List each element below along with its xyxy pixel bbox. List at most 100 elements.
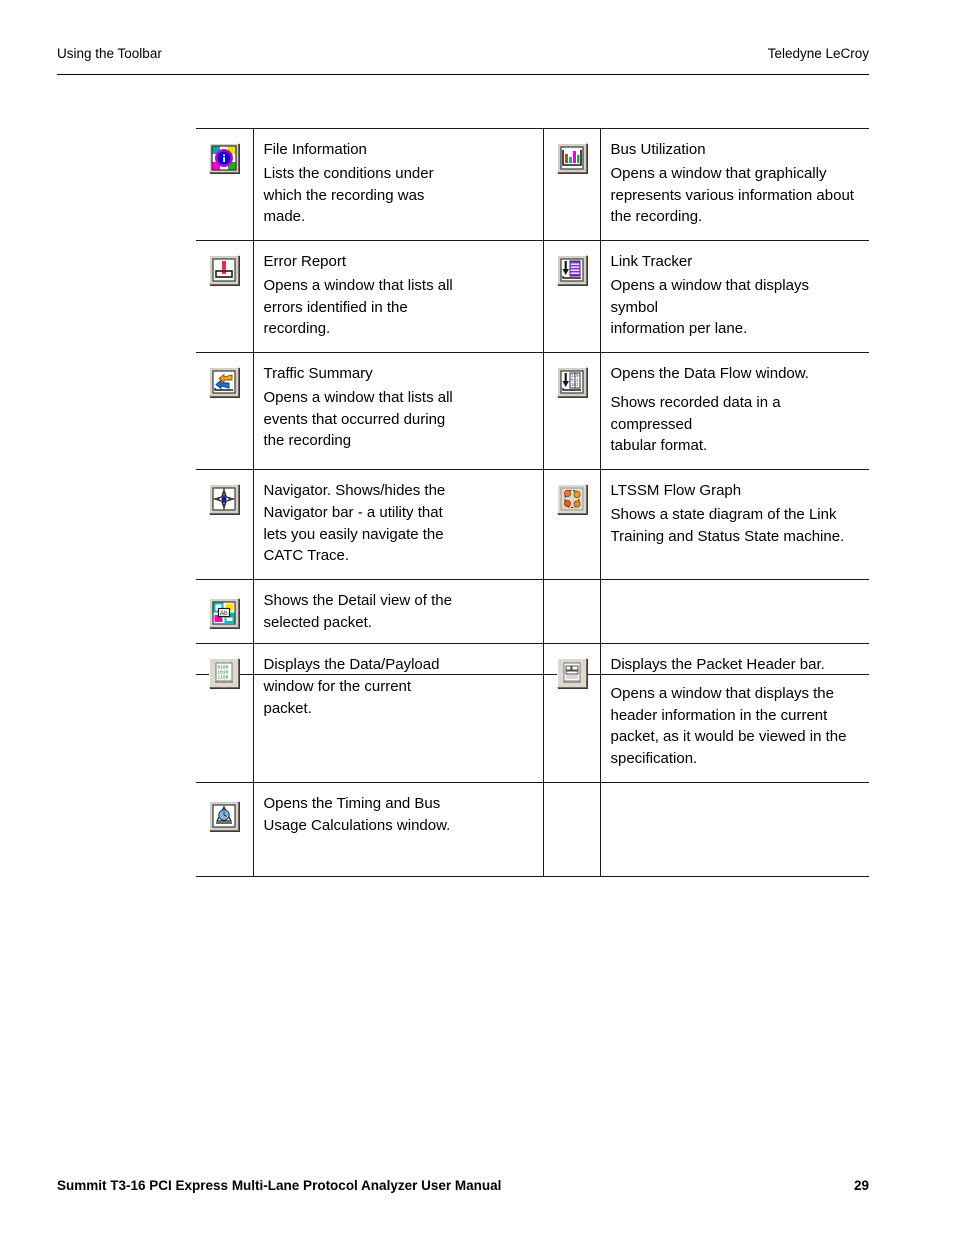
bus-utilization-icon[interactable] <box>556 143 587 177</box>
navigator-icon[interactable] <box>209 484 240 518</box>
error-report-icon[interactable] <box>209 255 240 289</box>
description-cell: Traffic Summary Opens a window that list… <box>252 352 544 470</box>
icon-description: Shows a state diagram of the Link Traini… <box>611 504 858 548</box>
icon-cell <box>196 240 254 353</box>
icon-title: Error Report <box>263 253 347 270</box>
icon-cell <box>196 352 254 470</box>
data-flow-icon[interactable]: 110 011 101 <box>556 367 587 401</box>
cell-spacer <box>264 836 531 864</box>
description-line: Opens the Data Flow window. <box>610 365 809 382</box>
description-line: Opens the Timing and Bus <box>263 794 441 812</box>
document-page: Using the Toolbar Teledyne LeCroy File I… <box>0 0 954 1235</box>
description-line: events that occurred during <box>263 410 446 428</box>
cell-spacer <box>264 719 531 765</box>
footer-page-number: 29 <box>853 1178 869 1193</box>
description-line: the recording <box>263 432 352 450</box>
ltssm-flow-graph-icon[interactable] <box>556 484 587 518</box>
toolbar-icon-table-one: File Information Lists the conditions un… <box>196 128 869 675</box>
data-payload-icon[interactable]: 0100 1010 1100 <box>209 658 240 692</box>
description-line: Usage Calculations window. <box>263 816 451 834</box>
description-line: specification. <box>610 750 698 767</box>
description-cell: Displays the Packet Header bar. Opens a … <box>599 643 869 783</box>
description-cell: Displays the Data/Payload window for the… <box>252 643 544 783</box>
icon-title: File Information <box>263 141 367 158</box>
description-line: Opens a window that lists all <box>263 388 453 406</box>
header-company-name: Teledyne LeCroy <box>767 46 869 61</box>
description-line: Opens a window that displays symbol <box>610 276 809 316</box>
svg-text:Ab: Ab <box>220 610 228 617</box>
footer-manual-title: Summit T3-16 PCI Express Multi-Lane Prot… <box>57 1178 502 1193</box>
description-line: Lists the conditions under <box>263 164 434 182</box>
description-line: Opens a window that lists all <box>263 276 453 294</box>
timing-bus-usage-icon[interactable] <box>209 800 240 835</box>
icon-description: Opens a window that graphically represen… <box>611 163 858 228</box>
icon-cell-empty <box>542 781 601 878</box>
packet-header-bar-icon[interactable] <box>556 658 587 692</box>
icon-title: Traffic Summary <box>263 365 373 382</box>
description-line: Displays the Packet Header bar. <box>610 656 825 673</box>
description-line: packet. <box>263 699 312 717</box>
description-line: Shows a state diagram of the Link <box>610 505 837 523</box>
description-cell: Link Tracker Opens a window that display… <box>599 240 869 353</box>
description-line: recording. <box>263 320 331 338</box>
icon-cell <box>542 240 601 353</box>
table-row: Error Report Opens a window that lists a… <box>196 240 869 353</box>
description-line: Opens a window that graphically <box>610 164 827 182</box>
description-cell: Error Report Opens a window that lists a… <box>252 240 544 353</box>
link-tracker-icon[interactable] <box>556 255 587 289</box>
icon-cell <box>542 643 601 783</box>
description-line: information per lane. <box>610 320 748 338</box>
description-cell: Opens the Data Flow window. Shows record… <box>599 352 869 470</box>
description-line: errors identified in the <box>263 298 408 316</box>
icon-description: Navigator. Shows/hides the Navigator bar… <box>264 480 531 567</box>
running-header: Using the Toolbar Teledyne LeCroy <box>57 46 869 61</box>
description-line: made. <box>263 208 306 226</box>
icon-description: Opens a window that lists all errors ide… <box>264 275 531 340</box>
description-line: lets you easily navigate the <box>263 525 444 543</box>
table-row: Opens the Timing and Bus Usage Calculati… <box>196 781 869 878</box>
table-row: Navigator. Shows/hides the Navigator bar… <box>196 469 869 580</box>
icon-description: Displays the Data/Payload window for the… <box>264 654 531 719</box>
icon-description: Opens a window that lists all events tha… <box>264 387 531 452</box>
description-line: Shows recorded data in a compressed <box>610 393 781 433</box>
description-line: packet, as it would be viewed in the <box>610 728 847 746</box>
icon-cell <box>196 469 254 580</box>
description-cell: Navigator. Shows/hides the Navigator bar… <box>252 469 544 580</box>
description-cell: File Information Lists the conditions un… <box>252 128 544 241</box>
description-cell-empty <box>599 781 869 878</box>
icon-description: Shows the Detail view of the selected pa… <box>264 590 531 634</box>
table-row: 0100 1010 1100 Displays the Data/Payload <box>196 643 869 783</box>
file-information-icon[interactable] <box>209 143 240 177</box>
icon-title: Link Tracker <box>610 253 693 270</box>
description-line: window for the current <box>263 677 412 695</box>
icon-title: Bus Utilization <box>610 141 706 158</box>
icon-description: Displays the Packet Header bar. Opens a … <box>611 654 858 770</box>
icon-cell <box>196 128 254 241</box>
header-divider <box>57 74 869 75</box>
description-cell: Opens the Timing and Bus Usage Calculati… <box>252 781 544 878</box>
detail-view-icon[interactable]: Ab <box>209 598 240 632</box>
icon-description: Lists the conditions under which the rec… <box>264 163 531 228</box>
description-cell: LTSSM Flow Graph Shows a state diagram o… <box>599 469 869 580</box>
svg-text:1100: 1100 <box>218 675 229 681</box>
description-line: Opens a window that displays the <box>610 684 834 702</box>
icon-cell: 110 011 101 <box>542 352 601 470</box>
description-line: which the recording was <box>263 186 425 204</box>
icon-cell <box>542 128 601 241</box>
icon-title: LTSSM Flow Graph <box>610 482 742 499</box>
description-line: CATC Trace. <box>263 547 350 565</box>
running-footer: Summit T3-16 PCI Express Multi-Lane Prot… <box>57 1178 869 1193</box>
icon-description: Opens a window that displays symbol info… <box>611 275 858 340</box>
description-line: Shows the Detail view of the <box>263 592 452 609</box>
description-cell: Bus Utilization Opens a window that grap… <box>599 128 869 241</box>
description-line: header information in the current <box>610 706 828 724</box>
icon-cell: 0100 1010 1100 <box>196 643 254 783</box>
description-line: Displays the Data/Payload <box>263 656 440 673</box>
description-line: Navigator bar - a utility that <box>263 503 443 521</box>
description-line: selected packet. <box>263 613 372 631</box>
table-row: Traffic Summary Opens a window that list… <box>196 352 869 470</box>
description-line: represents various information about <box>610 186 854 204</box>
icon-description: Opens the Data Flow window. Shows record… <box>611 363 858 457</box>
description-line: tabular format. <box>610 437 708 455</box>
traffic-summary-icon[interactable] <box>209 367 240 401</box>
